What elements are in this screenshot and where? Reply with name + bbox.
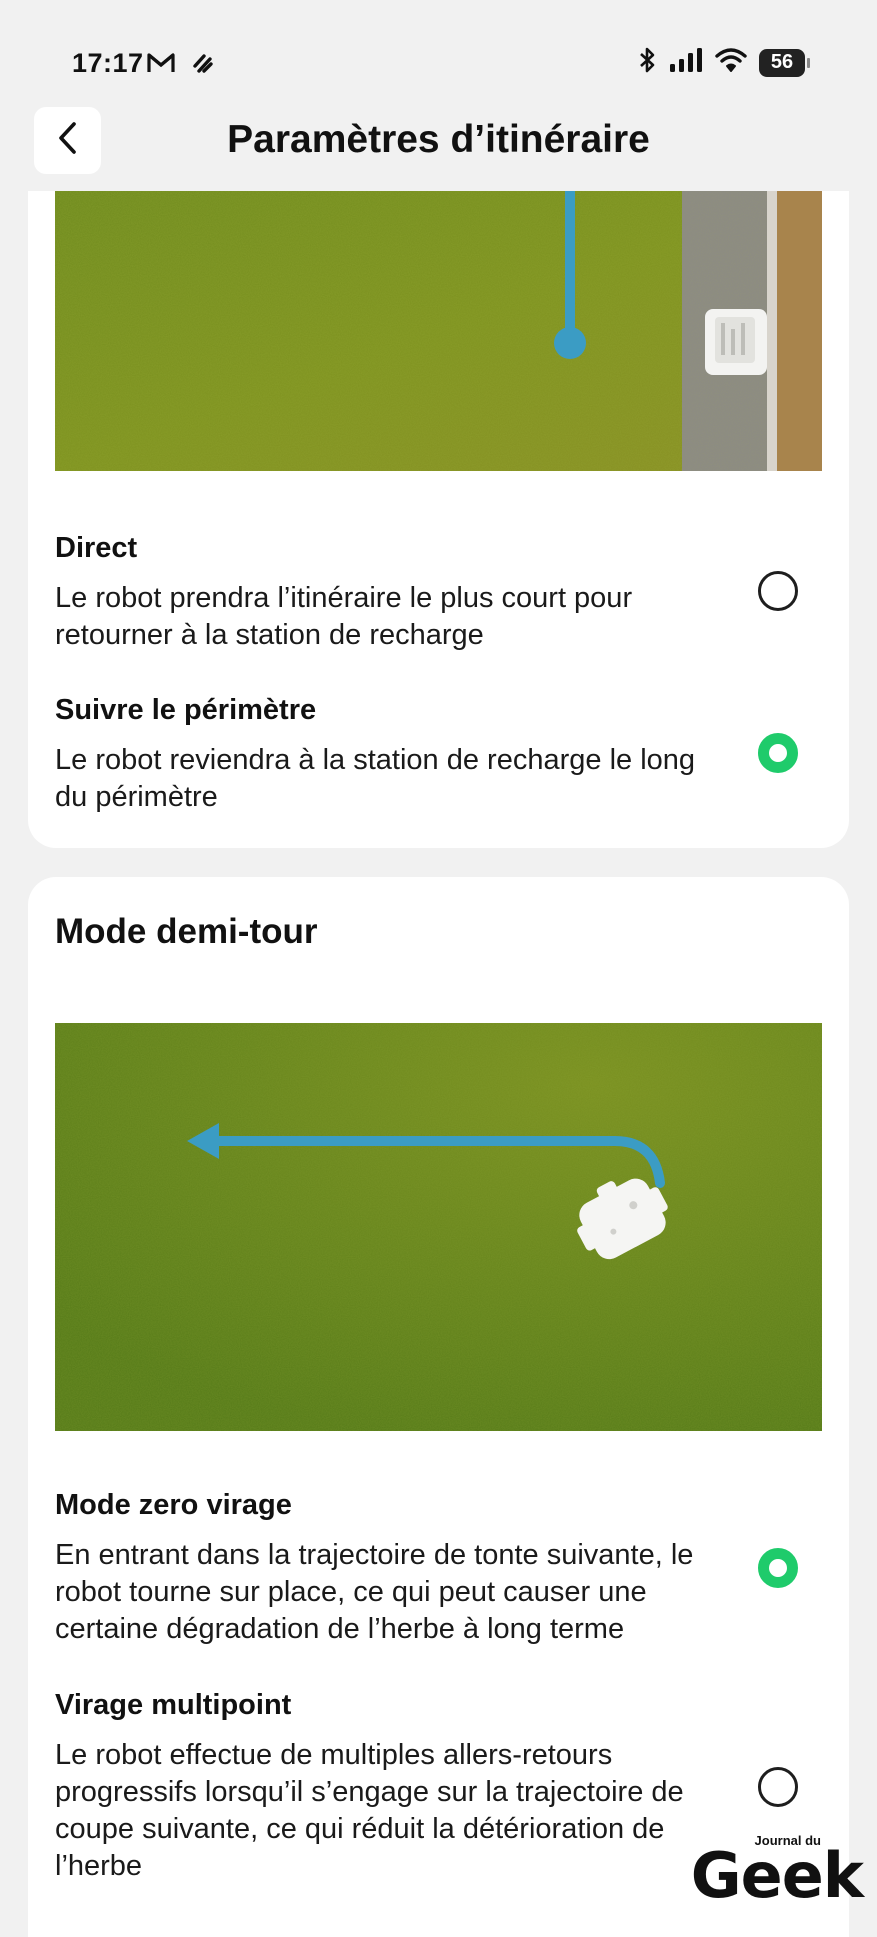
option-title: Mode zero virage <box>55 1489 292 1521</box>
return-route-card: Direct Le robot prendra l’itinéraire le … <box>28 191 849 848</box>
return-route-illustration <box>55 191 822 471</box>
battery-icon: 56 <box>759 48 810 77</box>
option-description: Le robot effectue de multiples allers-re… <box>55 1739 684 1882</box>
option-description: Le robot prendra l’itinéraire le plus co… <box>55 582 633 651</box>
status-left-icons <box>146 50 216 81</box>
radio-mode-zero-virage[interactable] <box>758 1548 798 1588</box>
radio-virage-multipoint[interactable] <box>758 1767 798 1807</box>
option-title: Suivre le périmètre <box>55 694 317 726</box>
option-title: Virage multipoint <box>55 1689 292 1721</box>
radio-suivre-perimetre[interactable] <box>758 733 798 773</box>
watermark-logo: Journal du Geek <box>690 1833 864 1912</box>
watermark-big-text: Geek <box>690 1839 864 1912</box>
bluetooth-icon <box>637 46 657 79</box>
option-direct[interactable]: Direct Le robot prendra l’itinéraire le … <box>55 530 822 654</box>
option-mode-zero-virage[interactable]: Mode zero virage En entrant dans la traj… <box>55 1487 822 1648</box>
section-title: Mode demi-tour <box>55 912 318 951</box>
radio-direct[interactable] <box>758 571 798 611</box>
page-title: Paramètres d’itinéraire <box>227 118 650 161</box>
turn-mode-card: Mode demi-tour Mode zero virage En entra… <box>28 877 849 1937</box>
status-bar: 17:17 56 <box>0 0 877 120</box>
signal-icon <box>669 47 703 78</box>
notification-icon <box>190 50 216 81</box>
option-description: Le robot reviendra à la station de recha… <box>55 744 696 813</box>
option-suivre-perimetre[interactable]: Suivre le périmètre Le robot reviendra à… <box>55 692 822 816</box>
wifi-icon <box>715 47 747 78</box>
turn-mode-illustration <box>55 1023 822 1431</box>
status-right-icons: 56 <box>637 46 810 79</box>
option-title: Direct <box>55 532 138 564</box>
option-description: En entrant dans la trajectoire de tonte … <box>55 1539 694 1645</box>
status-time: 17:17 <box>72 48 144 78</box>
gmail-icon <box>146 50 176 81</box>
